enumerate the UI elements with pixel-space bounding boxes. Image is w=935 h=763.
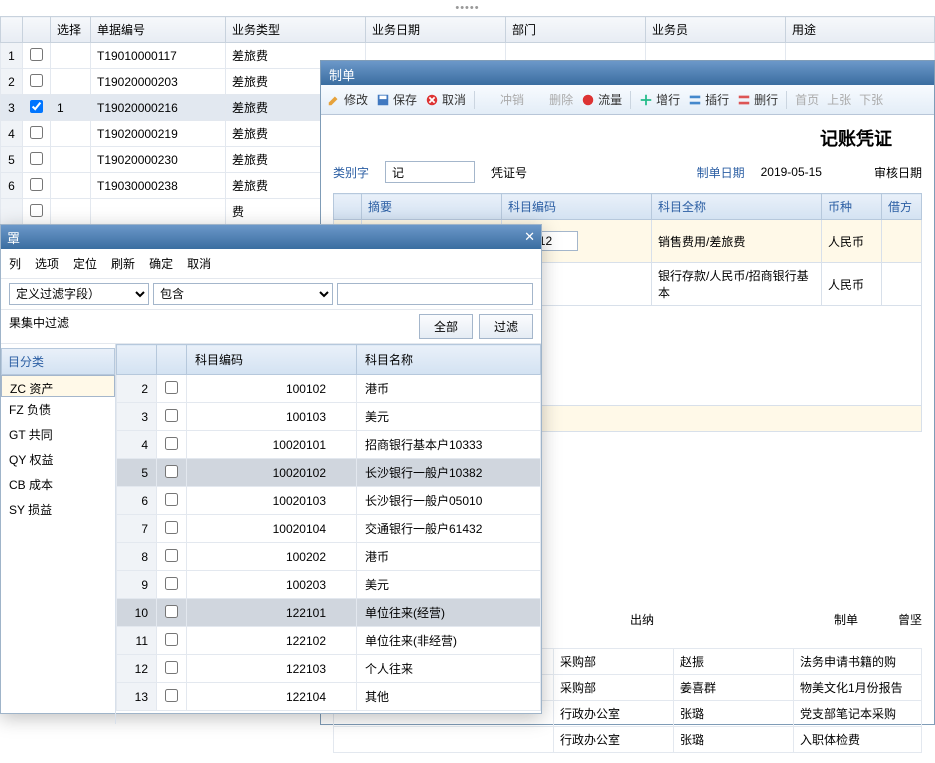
delete-button[interactable]: 删除 bbox=[532, 91, 573, 108]
col-select[interactable]: 选择 bbox=[51, 17, 91, 43]
type-input[interactable] bbox=[385, 161, 475, 183]
row-checkbox[interactable] bbox=[30, 204, 43, 217]
col-date[interactable]: 业务日期 bbox=[366, 17, 506, 43]
filter-op-select[interactable]: 包含 bbox=[153, 283, 333, 305]
all-button[interactable]: 全部 bbox=[419, 314, 473, 339]
table-row[interactable]: 610020103长沙银行一般户05010 bbox=[117, 487, 541, 515]
row-checkbox[interactable] bbox=[165, 409, 178, 422]
grip-handle: ••••• bbox=[0, 0, 935, 16]
row-checkbox[interactable] bbox=[165, 493, 178, 506]
row-checkbox[interactable] bbox=[30, 48, 43, 61]
table-row[interactable]: 510020102长沙银行一般户10382 bbox=[117, 459, 541, 487]
category-tree: 目分类 ZC 资产FZ 负债GT 共同QY 权益CB 成本SY 损益 bbox=[1, 344, 116, 724]
save-button[interactable]: 保存 bbox=[376, 91, 417, 108]
tree-item[interactable]: QY 权益 bbox=[1, 447, 115, 472]
row-checkbox[interactable] bbox=[30, 152, 43, 165]
delrow-button[interactable]: 删行 bbox=[737, 91, 778, 108]
row-checkbox[interactable] bbox=[30, 178, 43, 191]
row-checkbox[interactable] bbox=[165, 549, 178, 562]
makedate-label: 制单日期 bbox=[697, 164, 745, 181]
col-dept[interactable]: 部门 bbox=[506, 17, 646, 43]
col-staff[interactable]: 业务员 bbox=[646, 17, 786, 43]
tree-header: 目分类 bbox=[1, 348, 115, 375]
menu-ok[interactable]: 确定 bbox=[149, 255, 173, 272]
table-row[interactable]: 3100103美元 bbox=[117, 403, 541, 431]
col-acct-name[interactable]: 科目名称 bbox=[357, 345, 541, 375]
first-button[interactable]: 首页 bbox=[795, 91, 819, 108]
row-checkbox[interactable] bbox=[165, 521, 178, 534]
modal-menu: 列 选项 定位 刷新 确定 取消 bbox=[1, 249, 541, 279]
makedate-value: 2019-05-15 bbox=[761, 165, 822, 179]
prev-button[interactable]: 上张 bbox=[827, 91, 851, 108]
filter-field-select[interactable]: 定义过滤字段） bbox=[9, 283, 149, 305]
addrow-button[interactable]: 增行 bbox=[639, 91, 680, 108]
close-icon[interactable]: ✕ bbox=[524, 229, 535, 245]
modify-button[interactable]: 修改 bbox=[327, 91, 368, 108]
voucher-title: 记账凭证 bbox=[333, 125, 922, 151]
tree-item[interactable]: ZC 资产 bbox=[1, 375, 115, 397]
col-type[interactable]: 业务类型 bbox=[226, 17, 366, 43]
type-label: 类别字 bbox=[333, 164, 369, 181]
row-checkbox[interactable] bbox=[165, 605, 178, 618]
auditdate-label: 审核日期 bbox=[874, 164, 922, 181]
voucher-titlebar[interactable]: 制单 bbox=[321, 61, 934, 85]
flow-button[interactable]: 流量 bbox=[581, 91, 622, 108]
row-checkbox[interactable] bbox=[30, 74, 43, 87]
tree-item[interactable]: GT 共同 bbox=[1, 422, 115, 447]
col-acct-code[interactable]: 科目编码 bbox=[187, 345, 357, 375]
tree-item[interactable]: FZ 负债 bbox=[1, 397, 115, 422]
tree-item[interactable]: CB 成本 bbox=[1, 472, 115, 497]
row-checkbox[interactable] bbox=[165, 437, 178, 450]
row-checkbox[interactable] bbox=[165, 465, 178, 478]
row-checkbox[interactable] bbox=[165, 633, 178, 646]
modal-titlebar[interactable]: 罩 ✕ bbox=[1, 225, 541, 249]
row-checkbox[interactable] bbox=[165, 689, 178, 702]
menu-option[interactable]: 选项 bbox=[35, 255, 59, 272]
row-checkbox[interactable] bbox=[165, 381, 178, 394]
table-row[interactable]: 8100202港币 bbox=[117, 543, 541, 571]
menu-refresh[interactable]: 刷新 bbox=[111, 255, 135, 272]
voucher-toolbar: 修改 保存 取消 冲销 删除 流量 增行 插行 删行 首页 上张 下张 bbox=[321, 85, 934, 115]
filter-button[interactable]: 过滤 bbox=[479, 314, 533, 339]
table-row[interactable]: 行政办公室张璐入职体检费 bbox=[334, 727, 922, 753]
menu-locate[interactable]: 定位 bbox=[73, 255, 97, 272]
cancel-button[interactable]: 取消 bbox=[425, 91, 466, 108]
col-summary[interactable]: 摘要 bbox=[362, 194, 502, 220]
col-debit[interactable]: 借方 bbox=[882, 194, 922, 220]
zhidan-value: 曾坚 bbox=[898, 611, 922, 628]
table-row[interactable]: 11122102单位往来(非经营) bbox=[117, 627, 541, 655]
filter2-label: 果集中过滤 bbox=[9, 314, 413, 339]
col-code[interactable]: 科目编码 bbox=[502, 194, 652, 220]
table-row[interactable]: 410020101招商银行基本户10333 bbox=[117, 431, 541, 459]
table-row[interactable]: 2100102港币 bbox=[117, 375, 541, 403]
chuna-label: 出纳 bbox=[630, 611, 654, 628]
row-checkbox[interactable] bbox=[30, 100, 43, 113]
chongxiao-button[interactable]: 冲销 bbox=[483, 91, 524, 108]
table-row[interactable]: 10122101单位往来(经营) bbox=[117, 599, 541, 627]
table-row[interactable]: 710020104交通银行一般户61432 bbox=[117, 515, 541, 543]
account-grid: 科目编码 科目名称 2100102港币3100103美元410020101招商银… bbox=[116, 344, 541, 711]
col-docno[interactable]: 单据编号 bbox=[91, 17, 226, 43]
col-currency[interactable]: 币种 bbox=[822, 194, 882, 220]
next-button[interactable]: 下张 bbox=[859, 91, 883, 108]
zhidan-label: 制单 bbox=[834, 611, 858, 628]
tree-item[interactable]: SY 损益 bbox=[1, 497, 115, 522]
row-checkbox[interactable] bbox=[30, 126, 43, 139]
table-row[interactable]: 12122103个人往来 bbox=[117, 655, 541, 683]
menu-cancel[interactable]: 取消 bbox=[187, 255, 211, 272]
menu-col[interactable]: 列 bbox=[9, 255, 21, 272]
insertrow-button[interactable]: 插行 bbox=[688, 91, 729, 108]
col-fullname[interactable]: 科目全称 bbox=[652, 194, 822, 220]
filter-value-input[interactable] bbox=[337, 283, 533, 305]
col-purpose[interactable]: 用途 bbox=[786, 17, 935, 43]
row-checkbox[interactable] bbox=[165, 577, 178, 590]
account-picker-dialog: 罩 ✕ 列 选项 定位 刷新 确定 取消 定义过滤字段） 包含 果集中过滤 全部… bbox=[0, 224, 542, 714]
vno-label: 凭证号 bbox=[491, 164, 527, 181]
row-checkbox[interactable] bbox=[165, 661, 178, 674]
table-row[interactable]: 9100203美元 bbox=[117, 571, 541, 599]
table-row[interactable]: 13122104其他 bbox=[117, 683, 541, 711]
